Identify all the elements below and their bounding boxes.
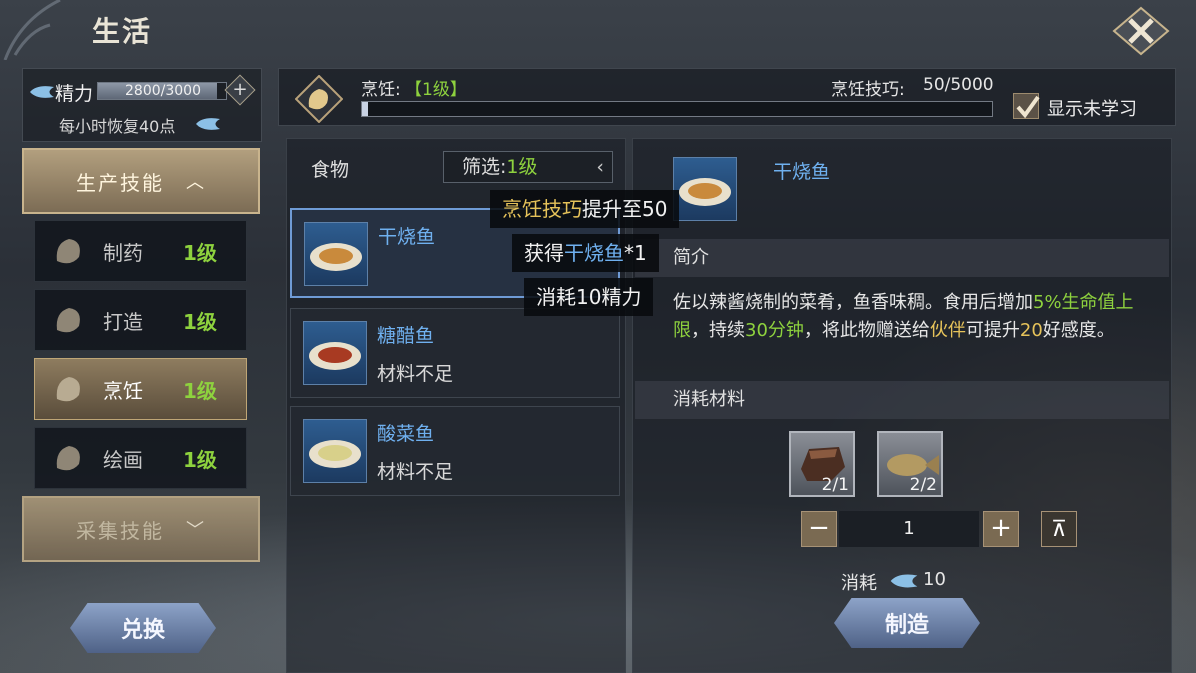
- intro-section-header: 简介: [635, 239, 1169, 277]
- skill-exp-label: 烹饪技巧:: [831, 80, 905, 100]
- skill-level: 1级: [183, 447, 217, 472]
- list-header: 食物: [311, 159, 350, 181]
- category-gathering[interactable]: 采集技能 ﹀: [22, 496, 260, 562]
- recipe-status: 材料不足: [377, 363, 454, 385]
- skill-progress-panel: 烹饪: 【1级】 烹饪技巧: 50/5000 显示未学习: [278, 68, 1176, 126]
- skill-medicine[interactable]: 制药 1级: [34, 220, 247, 282]
- skill-level: 1级: [183, 240, 217, 265]
- skill-name: 打造: [103, 309, 143, 334]
- minus-icon: −: [808, 513, 830, 543]
- skill-icon: [56, 239, 80, 264]
- exchange-button[interactable]: 兑换: [70, 603, 216, 653]
- cooking-skill-icon: [295, 75, 343, 123]
- material-slot[interactable]: 2/1: [789, 431, 855, 497]
- recipe-name: 干烧鱼: [378, 226, 436, 248]
- close-icon[interactable]: [1112, 6, 1170, 56]
- recipe-name: 酸菜鱼: [377, 423, 435, 445]
- skill-exp-value: 50/5000: [923, 75, 994, 95]
- plus-icon: +: [232, 79, 248, 100]
- skill-level: 1级: [183, 378, 217, 403]
- show-unlearned-label: 显示未学习: [1047, 99, 1137, 120]
- max-icon: ⊼: [1050, 517, 1068, 542]
- plus-icon: +: [990, 513, 1012, 543]
- energy-icon: [30, 86, 54, 98]
- recipe-item[interactable]: 糖醋鱼 材料不足: [290, 308, 620, 398]
- energy-icon: [196, 118, 220, 130]
- chevron-up-icon: ︿: [186, 172, 206, 193]
- skill-level: 1级: [183, 309, 217, 334]
- category-label: 生产技能: [76, 170, 164, 195]
- checkmark-icon: [1016, 95, 1040, 119]
- detail-title: 干烧鱼: [773, 161, 831, 183]
- recipe-name: 糖醋鱼: [377, 325, 435, 347]
- skill-name: 烹饪: [103, 378, 143, 403]
- filter-dropdown[interactable]: 筛选:1级 ‹: [443, 151, 613, 183]
- skill-name: 制药: [103, 240, 143, 265]
- recipe-detail-panel: 干烧鱼 简介 佐以辣酱烧制的菜肴，鱼香味稠。食用后增加5%生命值上限，持续30分…: [632, 138, 1172, 673]
- skill-exp-bar: [361, 101, 993, 117]
- skill-forging[interactable]: 打造 1级: [34, 289, 247, 351]
- tooltip-energy-cost: 消耗10精力: [524, 278, 654, 316]
- tooltip-skill-gain: 烹饪技巧提升至50: [490, 190, 680, 228]
- skill-painting[interactable]: 绘画 1级: [34, 427, 247, 489]
- material-count: 2/1: [821, 475, 849, 495]
- energy-value: 2800/3000: [125, 83, 201, 99]
- dish-icon: [673, 157, 737, 221]
- max-button[interactable]: ⊼: [1041, 511, 1077, 547]
- page-title: 生活: [92, 15, 153, 48]
- quantity-input[interactable]: 1: [839, 511, 979, 547]
- cost-label: 消耗: [841, 573, 877, 594]
- material-slot[interactable]: 2/2: [877, 431, 943, 497]
- energy-panel: 精力 2800/3000 + 每小时恢复40点: [22, 68, 262, 142]
- dish-icon: [304, 222, 368, 286]
- description: 佐以辣酱烧制的菜肴，鱼香味稠。食用后增加5%生命值上限，持续30分钟，将此物赠送…: [673, 292, 1134, 341]
- materials-section-header: 消耗材料: [635, 381, 1169, 419]
- category-production[interactable]: 生产技能 ︿: [22, 148, 260, 214]
- increase-button[interactable]: +: [983, 511, 1019, 547]
- skill-name: 绘画: [103, 447, 143, 472]
- skill-icon: [56, 308, 80, 333]
- show-unlearned-checkbox[interactable]: [1013, 93, 1040, 119]
- craft-button[interactable]: 制造: [834, 598, 980, 648]
- chevron-down-icon: ﹀: [186, 520, 206, 541]
- filter-label: 筛选:: [462, 156, 507, 178]
- dish-icon: [303, 321, 367, 385]
- decrease-button[interactable]: −: [801, 511, 837, 547]
- material-count: 2/2: [909, 475, 937, 495]
- skill-name: 烹饪:: [361, 80, 401, 100]
- cost-value: 10: [923, 569, 946, 590]
- skill-exp-fill: [362, 102, 369, 116]
- category-label: 采集技能: [76, 518, 164, 543]
- energy-bar: 2800/3000: [97, 82, 227, 100]
- dish-icon: [303, 419, 367, 483]
- bamboo-decoration: [3, 0, 61, 60]
- filter-value: 1级: [506, 156, 538, 178]
- energy-label: 精力: [55, 83, 94, 105]
- energy-regen: 每小时恢复40点: [59, 117, 176, 136]
- skill-icon: [56, 446, 80, 471]
- recipe-item[interactable]: 酸菜鱼 材料不足: [290, 406, 620, 496]
- energy-icon: [890, 574, 918, 588]
- skill-cooking[interactable]: 烹饪 1级: [34, 358, 247, 420]
- chevron-left-icon: ‹: [596, 156, 604, 178]
- recipe-status: 材料不足: [377, 461, 454, 483]
- skill-icon: [56, 377, 80, 402]
- skill-level: 【1级】: [405, 80, 467, 100]
- tooltip-item-gain: 获得干烧鱼*1: [512, 234, 659, 272]
